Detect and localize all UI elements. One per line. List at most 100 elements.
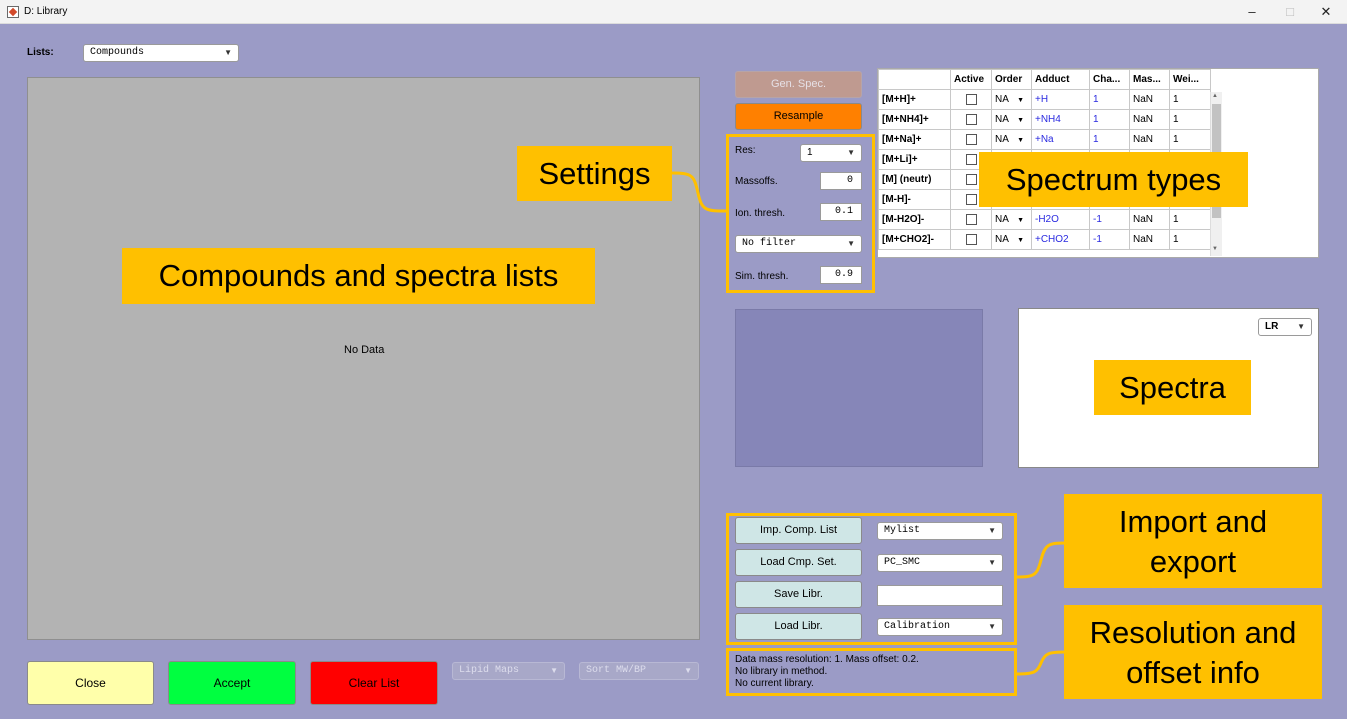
mass-cell: NaN [1129,209,1170,230]
col-header-mass: Mas... [1129,69,1170,90]
table-row[interactable]: [M+H]+ NA ▼ +H 1 NaN 1 [878,89,1211,110]
order-value: NA [995,134,1009,145]
sim-thresh-input[interactable]: 0.9 [820,266,862,284]
mass-cell: NaN [1129,129,1170,150]
cmp-set-value: PC_SMC [884,557,921,568]
charge-cell[interactable]: -1 [1089,229,1130,250]
filter-dropdown[interactable]: No filter ▼ [735,235,862,253]
active-checkbox[interactable] [965,93,977,105]
cmp-set-dropdown[interactable]: PC_SMC ▼ [877,554,1003,572]
close-window-button[interactable]: ✕ [1308,0,1344,24]
minimize-button[interactable]: – [1234,0,1270,24]
active-checkbox[interactable] [965,133,977,145]
load-cmp-set-button[interactable]: Load Cmp. Set. [735,549,862,576]
gen-spec-button[interactable]: Gen. Spec. [735,71,862,98]
active-checkbox-cell[interactable] [950,109,992,130]
no-data-text: No Data [344,344,385,356]
imp-comp-list-button[interactable]: Imp. Comp. List [735,517,862,544]
adduct-cell[interactable]: +H [1031,89,1090,110]
import-export-connector [1015,541,1067,579]
library-dropdown[interactable]: Calibration ▼ [877,618,1003,636]
order-cell[interactable]: NA ▼ [991,129,1032,150]
resample-button[interactable]: Resample [735,103,862,130]
table-row[interactable]: [M-H2O]- NA ▼ -H2O -1 NaN 1 [878,209,1211,230]
order-value: NA [995,94,1009,105]
charge-cell[interactable]: 1 [1089,129,1130,150]
order-value: NA [995,114,1009,125]
charge-cell[interactable]: 1 [1089,89,1130,110]
adduct-cell[interactable]: -H2O [1031,209,1090,230]
lists-dropdown[interactable]: Compounds ▼ [83,44,239,62]
weight-cell[interactable]: 1 [1169,109,1211,130]
lists-dropdown-value: Compounds [90,47,145,58]
active-checkbox-cell[interactable] [950,129,992,150]
structure-preview-panel [735,309,983,467]
info-line-resolution: Data mass resolution: 1. Mass offset: 0.… [735,654,919,665]
res-label: Res: [735,145,756,156]
row-name: [M+Li]+ [878,149,951,170]
active-checkbox-cell[interactable] [950,89,992,110]
active-checkbox[interactable] [965,173,977,185]
scroll-down-icon[interactable]: ▼ [1212,246,1218,252]
order-cell[interactable]: NA ▼ [991,109,1032,130]
chevron-down-icon: ▼ [550,666,558,675]
chevron-down-icon: ▼ [1017,237,1025,244]
chevron-down-icon: ▼ [224,48,232,57]
row-name: [M+Na]+ [878,129,951,150]
row-name: [M] (neutr) [878,169,951,190]
weight-cell[interactable]: 1 [1169,89,1211,110]
annotation-import-export: Import and export [1064,494,1322,588]
annotation-resolution-info: Resolution and offset info [1064,605,1322,699]
close-button[interactable]: Close [27,661,154,705]
mass-cell: NaN [1129,229,1170,250]
annotation-settings: Settings [517,146,672,201]
lipid-maps-value: Lipid Maps [459,665,520,676]
order-cell[interactable]: NA ▼ [991,89,1032,110]
scroll-up-icon[interactable]: ▲ [1212,93,1218,99]
mylist-value: Mylist [884,525,921,536]
weight-cell[interactable]: 1 [1169,209,1211,230]
active-checkbox[interactable] [965,213,977,225]
maximize-button[interactable]: □ [1272,0,1308,24]
weight-cell[interactable]: 1 [1169,229,1211,250]
chevron-down-icon: ▼ [1017,97,1025,104]
massoffs-label: Massoffs. [735,176,778,187]
adduct-cell[interactable]: +Na [1031,129,1090,150]
table-row[interactable]: [M+CHO2]- NA ▼ +CHO2 -1 NaN 1 [878,229,1211,250]
active-checkbox[interactable] [965,193,977,205]
active-checkbox[interactable] [965,153,977,165]
table-row[interactable]: [M+NH4]+ NA ▼ +NH4 1 NaN 1 [878,109,1211,130]
active-checkbox[interactable] [965,113,977,125]
sort-dropdown: Sort MW/BP ▼ [579,662,699,680]
active-checkbox[interactable] [965,233,977,245]
spectra-mode-dropdown[interactable]: LR ▼ [1258,318,1312,336]
accept-button[interactable]: Accept [168,661,296,705]
chevron-down-icon: ▼ [988,622,996,631]
table-row[interactable]: [M+Na]+ NA ▼ +Na 1 NaN 1 [878,129,1211,150]
order-cell[interactable]: NA ▼ [991,209,1032,230]
row-name: [M+H]+ [878,89,951,110]
ion-thresh-input[interactable]: 0.1 [820,203,862,221]
active-checkbox-cell[interactable] [950,209,992,230]
charge-cell[interactable]: 1 [1089,109,1130,130]
clear-list-button[interactable]: Clear List [310,661,438,705]
order-value: NA [995,234,1009,245]
save-library-name-input[interactable] [877,585,1003,606]
lipid-maps-dropdown: Lipid Maps ▼ [452,662,565,680]
mass-cell: NaN [1129,109,1170,130]
filter-value: No filter [742,238,797,249]
massoffs-input[interactable]: 0 [820,172,862,190]
load-libr-button[interactable]: Load Libr. [735,613,862,640]
res-dropdown[interactable]: 1 ▼ [800,144,862,162]
active-checkbox-cell[interactable] [950,229,992,250]
sort-value: Sort MW/BP [586,665,647,676]
charge-cell[interactable]: -1 [1089,209,1130,230]
adduct-cell[interactable]: +NH4 [1031,109,1090,130]
chevron-down-icon: ▼ [1017,117,1025,124]
save-libr-button[interactable]: Save Libr. [735,581,862,608]
row-name: [M+CHO2]- [878,229,951,250]
order-cell[interactable]: NA ▼ [991,229,1032,250]
weight-cell[interactable]: 1 [1169,129,1211,150]
adduct-cell[interactable]: +CHO2 [1031,229,1090,250]
mylist-dropdown[interactable]: Mylist ▼ [877,522,1003,540]
